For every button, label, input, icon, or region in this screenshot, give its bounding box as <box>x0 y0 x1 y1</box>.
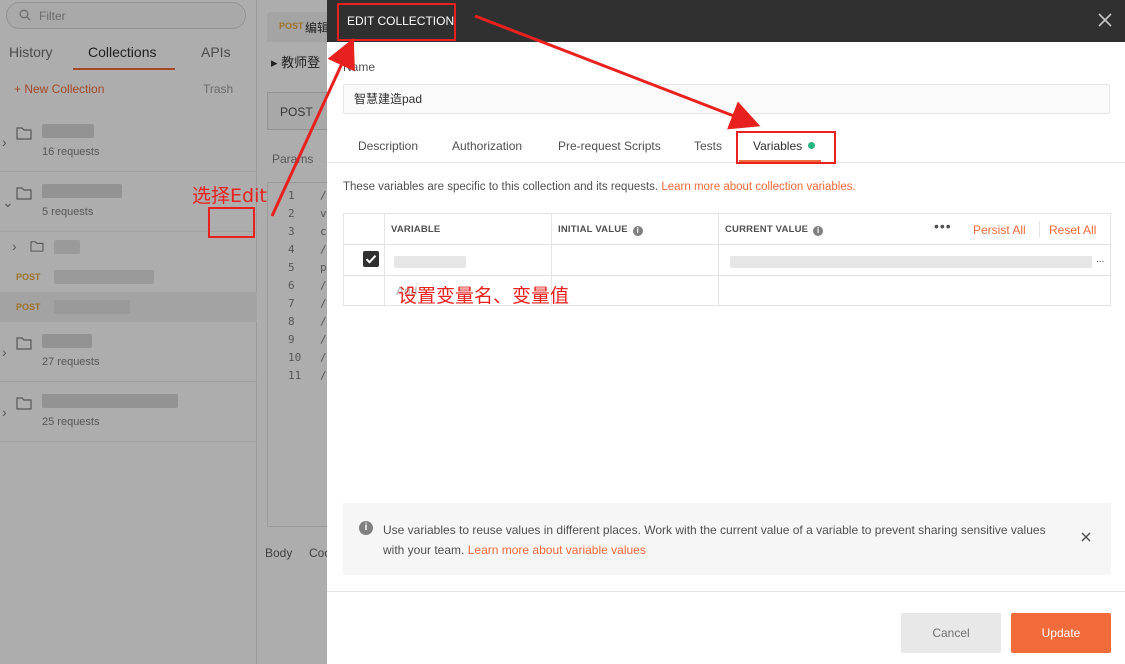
column-divider <box>384 214 385 305</box>
modal-tabs: Description Authorization Pre-request Sc… <box>327 130 1125 163</box>
info-banner-text: Use variables to reuse values in differe… <box>383 520 1063 560</box>
close-icon[interactable] <box>1093 8 1117 32</box>
cancel-button[interactable]: Cancel <box>901 613 1001 653</box>
annotation-select-edit: 选择Edit <box>192 185 267 207</box>
tab-pre-request-scripts[interactable]: Pre-request Scripts <box>558 139 661 153</box>
annotation-set-vars: 设置变量名、变量值 <box>398 285 570 307</box>
tab-authorization[interactable]: Authorization <box>452 139 522 153</box>
annotation-box-edit-menu <box>208 207 255 238</box>
learn-more-collection-variables-link[interactable]: Learn more about collection variables. <box>661 181 855 193</box>
collection-name-input[interactable]: 智慧建造pad <box>343 84 1110 114</box>
annotation-box-variables-tab <box>736 131 836 164</box>
info-icon: i <box>359 521 373 535</box>
learn-more-variable-values-link[interactable]: Learn more about variable values <box>468 543 646 557</box>
info-banner: i Use variables to reuse values in diffe… <box>343 503 1111 575</box>
column-header-current-value-label: CURRENT VALUE <box>725 224 809 235</box>
current-value-cell-redacted[interactable] <box>730 256 1092 268</box>
more-options-icon[interactable]: ••• <box>934 218 952 234</box>
tab-tests[interactable]: Tests <box>694 139 722 153</box>
row-ellipsis: ... <box>1096 254 1105 265</box>
info-icon[interactable]: i <box>632 226 643 236</box>
check-icon <box>365 255 377 264</box>
variables-description-text: These variables are specific to this col… <box>343 181 659 193</box>
modal-footer: Cancel Update <box>327 591 1125 664</box>
table-header-row: VARIABLE INITIAL VALUE i CURRENT VALUE i •… <box>344 214 1110 245</box>
divider <box>1039 221 1040 237</box>
info-icon[interactable]: i <box>813 226 824 236</box>
column-header-initial-value-label: INITIAL VALUE <box>558 224 628 235</box>
close-icon[interactable] <box>1079 530 1093 544</box>
persist-all-button[interactable]: Persist All <box>973 223 1026 237</box>
tab-description[interactable]: Description <box>358 139 418 153</box>
variables-description: These variables are specific to this col… <box>343 181 856 193</box>
update-button[interactable]: Update <box>1011 613 1111 653</box>
reset-all-button[interactable]: Reset All <box>1049 223 1096 237</box>
row-enabled-checkbox[interactable] <box>363 251 379 267</box>
edit-collection-modal: EDIT COLLECTION Name 智慧建造pad Description… <box>327 0 1125 664</box>
column-header-variable: VARIABLE <box>391 224 441 235</box>
name-label: Name <box>343 60 376 74</box>
column-divider <box>718 214 719 305</box>
column-header-initial-value: INITIAL VALUE i <box>558 224 643 236</box>
variable-name-cell-redacted[interactable] <box>394 256 466 268</box>
column-header-current-value: CURRENT VALUE i <box>725 224 824 236</box>
annotation-box-edit-collection <box>337 3 456 41</box>
